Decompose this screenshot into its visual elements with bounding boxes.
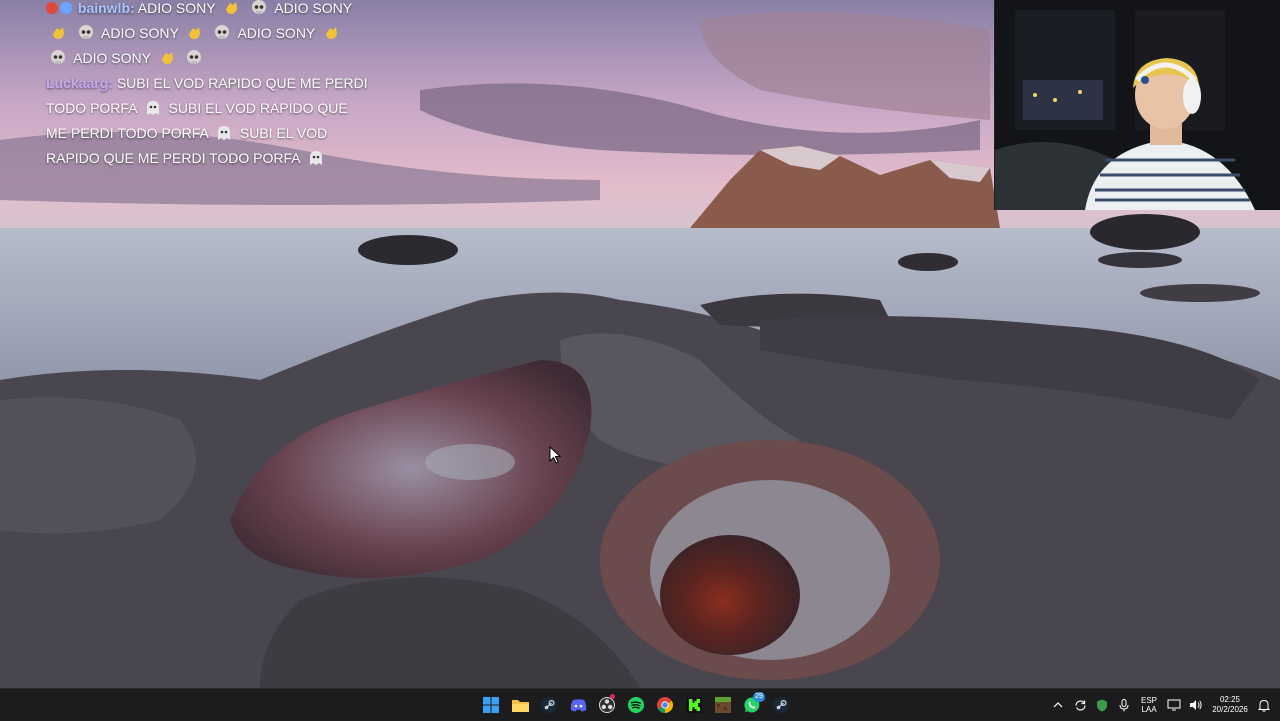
discord-icon [570, 698, 587, 712]
language-layout: LAA [1141, 705, 1157, 714]
chrome-button[interactable] [654, 692, 676, 718]
minecraft-button[interactable] [712, 692, 734, 718]
kick-icon [686, 697, 702, 713]
skull-emote-icon [77, 24, 95, 42]
chat-message-continuation: RAPIDO QUE ME PERDI TODO PORFA [46, 146, 376, 171]
speaker-icon [1189, 699, 1203, 711]
chrome-icon [657, 697, 673, 713]
clap-emote-icon [322, 24, 340, 42]
steam-button[interactable] [538, 692, 560, 718]
chat-text: SUBI EL VOD RAPIDO QUE [168, 100, 348, 116]
mod-badge-icon [46, 2, 58, 14]
shield-icon [1096, 699, 1108, 712]
chevron-up-icon [1053, 702, 1063, 708]
windows-logo-icon [483, 697, 499, 713]
system-tray: ESP LAA 02:25 20/2/2026 [1050, 689, 1272, 721]
file-explorer-button[interactable] [509, 692, 531, 718]
clap-emote-icon [49, 24, 67, 42]
clap-emote-icon [185, 24, 203, 42]
clap-emote-icon [158, 49, 176, 67]
chat-message: bainwlb: ADIO SONY ADIO SONY [46, 0, 376, 21]
whatsapp-button[interactable]: 29 [741, 692, 765, 718]
chat-text: ADIO SONY [237, 25, 316, 41]
sync-icon [1074, 699, 1087, 712]
chat-message-continuation: TODO PORFA SUBI EL VOD RAPIDO QUE [46, 96, 376, 121]
chat-text: ADIO SONY [137, 0, 216, 16]
chat-text: ADIO SONY [274, 0, 353, 16]
skull-emote-icon [213, 24, 231, 42]
folder-icon [511, 698, 529, 712]
ghost-emote-icon [215, 124, 233, 142]
chat-message-continuation: ADIO SONY ADIO SONY [46, 21, 376, 46]
discord-button[interactable] [567, 692, 589, 718]
minecraft-icon [715, 697, 731, 713]
skull-emote-icon [250, 0, 268, 17]
taskbar-apps: 29 [480, 689, 792, 721]
notifications-button[interactable] [1256, 697, 1272, 713]
microphone-tray-button[interactable] [1116, 697, 1132, 713]
clock-date: 20/2/2026 [1212, 705, 1248, 714]
obs-icon [599, 697, 615, 713]
chat-username: Luckaarg: [46, 75, 113, 91]
spotify-button[interactable] [625, 692, 647, 718]
chat-message-continuation: ME PERDI TODO PORFA SUBI EL VOD [46, 121, 376, 146]
chat-text: ADIO SONY [101, 25, 179, 41]
sub-badge-icon [60, 2, 72, 14]
recording-indicator-icon [610, 694, 615, 699]
chat-text: ME PERDI TODO PORFA [46, 125, 209, 141]
spotify-icon [628, 697, 644, 713]
steam-button-2[interactable] [770, 692, 792, 718]
steam-icon [773, 697, 789, 713]
microphone-icon [1119, 698, 1129, 712]
ghost-emote-icon [144, 99, 162, 117]
language-code: ESP [1140, 696, 1157, 705]
security-tray-button[interactable] [1094, 697, 1110, 713]
stream-chat-overlay: bainwlb: ADIO SONY ADIO SONY ADIO SONY A… [46, 0, 376, 171]
clap-emote-icon [222, 0, 240, 17]
chat-text: SUBI EL VOD [239, 125, 328, 141]
kick-button[interactable] [683, 692, 705, 718]
start-button[interactable] [480, 692, 502, 718]
chat-message: Luckaarg: SUBI EL VOD RAPIDO QUE ME PERD… [46, 71, 376, 96]
taskbar: 29 ESP LAA 02:25 20/2/2026 [0, 688, 1280, 721]
obs-button[interactable] [596, 692, 618, 718]
chat-text: TODO PORFA [46, 100, 137, 116]
chat-message-continuation: ADIO SONY [46, 46, 376, 71]
ghost-emote-icon [307, 149, 325, 167]
mouse-cursor-icon [549, 445, 562, 469]
clock-time: 02:25 [1219, 695, 1241, 704]
skull-emote-icon [49, 49, 67, 67]
chat-text: SUBI EL VOD RAPIDO QUE ME PERDI [116, 75, 368, 91]
sync-tray-button[interactable] [1072, 697, 1088, 713]
show-hidden-icons-button[interactable] [1050, 697, 1066, 713]
skull-emote-icon [185, 49, 203, 67]
network-icon [1167, 699, 1181, 711]
network-tray-button[interactable] [1166, 697, 1182, 713]
volume-tray-button[interactable] [1188, 697, 1204, 713]
chat-text: RAPIDO QUE ME PERDI TODO PORFA [46, 150, 300, 166]
bell-icon [1258, 699, 1270, 712]
chat-text: ADIO SONY [73, 50, 151, 66]
steam-icon [541, 697, 557, 713]
webcam-feed [994, 0, 1280, 210]
clock-button[interactable]: 02:25 20/2/2026 [1210, 695, 1250, 715]
chat-username: bainwlb: [77, 0, 135, 16]
whatsapp-notification-badge: 29 [753, 692, 765, 702]
input-language-button[interactable]: ESP LAA [1138, 696, 1160, 714]
